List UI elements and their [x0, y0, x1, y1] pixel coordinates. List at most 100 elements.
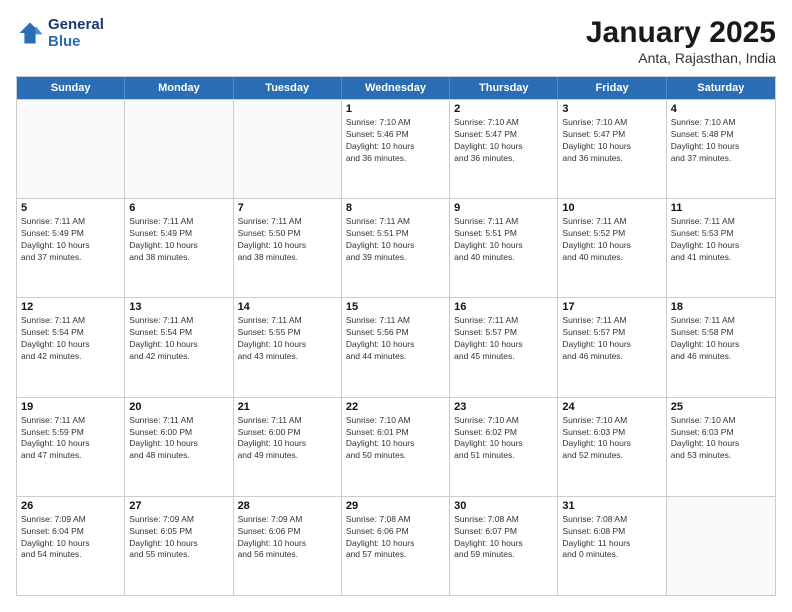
- day-number: 5: [21, 202, 120, 214]
- day-info: Sunrise: 7:11 AMSunset: 5:58 PMDaylight:…: [671, 315, 771, 363]
- logo: General Blue: [16, 16, 104, 50]
- day-number: 7: [238, 202, 337, 214]
- table-row: [125, 100, 233, 198]
- day-number: 11: [671, 202, 771, 214]
- day-number: 27: [129, 500, 228, 512]
- header: General Blue January 2025 Anta, Rajastha…: [16, 16, 776, 66]
- table-row: [667, 497, 775, 595]
- weekday-header: Saturday: [667, 77, 775, 99]
- day-number: 8: [346, 202, 445, 214]
- table-row: 27 Sunrise: 7:09 AMSunset: 6:05 PMDayligh…: [125, 497, 233, 595]
- day-number: 18: [671, 301, 771, 313]
- day-number: 13: [129, 301, 228, 313]
- day-number: 29: [346, 500, 445, 512]
- weekday-header: Sunday: [17, 77, 125, 99]
- day-number: 16: [454, 301, 553, 313]
- day-info: Sunrise: 7:10 AMSunset: 5:46 PMDaylight:…: [346, 117, 445, 165]
- calendar-row: 12 Sunrise: 7:11 AMSunset: 5:54 PMDayligh…: [17, 297, 775, 396]
- table-row: 20Sunrise: 7:11 AMSunset: 6:00 PMDayligh…: [125, 398, 233, 496]
- table-row: 10 Sunrise: 7:11 AMSunset: 5:52 PMDayligh…: [558, 199, 666, 297]
- table-row: [17, 100, 125, 198]
- day-info: Sunrise: 7:10 AMSunset: 5:47 PMDaylight:…: [454, 117, 553, 165]
- day-number: 30: [454, 500, 553, 512]
- day-number: 14: [238, 301, 337, 313]
- day-number: 28: [238, 500, 337, 512]
- table-row: 21 Sunrise: 7:11 AMSunset: 6:00 PMDayligh…: [234, 398, 342, 496]
- day-info: Sunrise: 7:08 AMSunset: 6:08 PMDaylight:…: [562, 514, 661, 562]
- location: Anta, Rajasthan, India: [586, 50, 776, 66]
- page: General Blue January 2025 Anta, Rajastha…: [0, 0, 792, 612]
- day-number: 26: [21, 500, 120, 512]
- weekday-header: Monday: [125, 77, 233, 99]
- day-info: Sunrise: 7:11 AMSunset: 6:00 PMDaylight:…: [238, 415, 337, 463]
- table-row: 30Sunrise: 7:08 AMSunset: 6:07 PMDayligh…: [450, 497, 558, 595]
- day-number: 22: [346, 401, 445, 413]
- day-info: Sunrise: 7:08 AMSunset: 6:06 PMDaylight:…: [346, 514, 445, 562]
- day-number: 9: [454, 202, 553, 214]
- day-info: Sunrise: 7:09 AMSunset: 6:06 PMDaylight:…: [238, 514, 337, 562]
- logo-icon: [16, 19, 44, 47]
- table-row: 29 Sunrise: 7:08 AMSunset: 6:06 PMDayligh…: [342, 497, 450, 595]
- day-number: 10: [562, 202, 661, 214]
- table-row: 23Sunrise: 7:10 AMSunset: 6:02 PMDayligh…: [450, 398, 558, 496]
- day-info: Sunrise: 7:11 AMSunset: 5:49 PMDaylight:…: [129, 216, 228, 264]
- day-info: Sunrise: 7:10 AMSunset: 6:03 PMDaylight:…: [562, 415, 661, 463]
- day-number: 3: [562, 103, 661, 115]
- calendar-row: 1 Sunrise: 7:10 AMSunset: 5:46 PMDaylight…: [17, 99, 775, 198]
- weekday-header: Thursday: [450, 77, 558, 99]
- day-number: 15: [346, 301, 445, 313]
- day-number: 1: [346, 103, 445, 115]
- table-row: 14 Sunrise: 7:11 AMSunset: 5:55 PMDayligh…: [234, 298, 342, 396]
- table-row: 22Sunrise: 7:10 AMSunset: 6:01 PMDayligh…: [342, 398, 450, 496]
- day-info: Sunrise: 7:09 AMSunset: 6:05 PMDaylight:…: [129, 514, 228, 562]
- table-row: 16 Sunrise: 7:11 AMSunset: 5:57 PMDayligh…: [450, 298, 558, 396]
- table-row: 9Sunrise: 7:11 AMSunset: 5:51 PMDaylight…: [450, 199, 558, 297]
- day-number: 20: [129, 401, 228, 413]
- calendar-body: 1 Sunrise: 7:10 AMSunset: 5:46 PMDaylight…: [17, 99, 775, 595]
- weekday-header: Wednesday: [342, 77, 450, 99]
- table-row: 28 Sunrise: 7:09 AMSunset: 6:06 PMDayligh…: [234, 497, 342, 595]
- day-number: 2: [454, 103, 553, 115]
- day-info: Sunrise: 7:11 AMSunset: 5:55 PMDaylight:…: [238, 315, 337, 363]
- table-row: 13Sunrise: 7:11 AMSunset: 5:54 PMDayligh…: [125, 298, 233, 396]
- day-info: Sunrise: 7:11 AMSunset: 5:57 PMDaylight:…: [562, 315, 661, 363]
- day-number: 4: [671, 103, 771, 115]
- day-info: Sunrise: 7:11 AMSunset: 5:52 PMDaylight:…: [562, 216, 661, 264]
- day-info: Sunrise: 7:11 AMSunset: 5:57 PMDaylight:…: [454, 315, 553, 363]
- table-row: 6 Sunrise: 7:11 AMSunset: 5:49 PMDaylight…: [125, 199, 233, 297]
- day-info: Sunrise: 7:11 AMSunset: 5:51 PMDaylight:…: [346, 216, 445, 264]
- month-title: January 2025: [586, 16, 776, 50]
- day-number: 12: [21, 301, 120, 313]
- table-row: [234, 100, 342, 198]
- day-info: Sunrise: 7:11 AMSunset: 5:56 PMDaylight:…: [346, 315, 445, 363]
- table-row: 25 Sunrise: 7:10 AMSunset: 6:03 PMDayligh…: [667, 398, 775, 496]
- weekday-header: Tuesday: [234, 77, 342, 99]
- day-number: 6: [129, 202, 228, 214]
- day-number: 23: [454, 401, 553, 413]
- table-row: 19 Sunrise: 7:11 AMSunset: 5:59 PMDayligh…: [17, 398, 125, 496]
- day-info: Sunrise: 7:10 AMSunset: 5:48 PMDaylight:…: [671, 117, 771, 165]
- day-info: Sunrise: 7:10 AMSunset: 6:03 PMDaylight:…: [671, 415, 771, 463]
- table-row: 31 Sunrise: 7:08 AMSunset: 6:08 PMDayligh…: [558, 497, 666, 595]
- table-row: 4 Sunrise: 7:10 AMSunset: 5:48 PMDaylight…: [667, 100, 775, 198]
- table-row: 12 Sunrise: 7:11 AMSunset: 5:54 PMDayligh…: [17, 298, 125, 396]
- day-info: Sunrise: 7:11 AMSunset: 5:54 PMDaylight:…: [21, 315, 120, 363]
- day-number: 21: [238, 401, 337, 413]
- calendar-header: SundayMondayTuesdayWednesdayThursdayFrid…: [17, 77, 775, 99]
- calendar: SundayMondayTuesdayWednesdayThursdayFrid…: [16, 76, 776, 596]
- table-row: 3 Sunrise: 7:10 AMSunset: 5:47 PMDaylight…: [558, 100, 666, 198]
- day-number: 19: [21, 401, 120, 413]
- logo-text: General Blue: [48, 16, 104, 50]
- day-info: Sunrise: 7:11 AMSunset: 5:53 PMDaylight:…: [671, 216, 771, 264]
- day-info: Sunrise: 7:11 AMSunset: 5:50 PMDaylight:…: [238, 216, 337, 264]
- day-number: 25: [671, 401, 771, 413]
- table-row: 24Sunrise: 7:10 AMSunset: 6:03 PMDayligh…: [558, 398, 666, 496]
- table-row: 2 Sunrise: 7:10 AMSunset: 5:47 PMDaylight…: [450, 100, 558, 198]
- day-info: Sunrise: 7:10 AMSunset: 5:47 PMDaylight:…: [562, 117, 661, 165]
- calendar-row: 5 Sunrise: 7:11 AMSunset: 5:49 PMDaylight…: [17, 198, 775, 297]
- day-number: 31: [562, 500, 661, 512]
- weekday-header: Friday: [558, 77, 666, 99]
- day-number: 17: [562, 301, 661, 313]
- day-info: Sunrise: 7:11 AMSunset: 5:59 PMDaylight:…: [21, 415, 120, 463]
- title-block: January 2025 Anta, Rajasthan, India: [586, 16, 776, 66]
